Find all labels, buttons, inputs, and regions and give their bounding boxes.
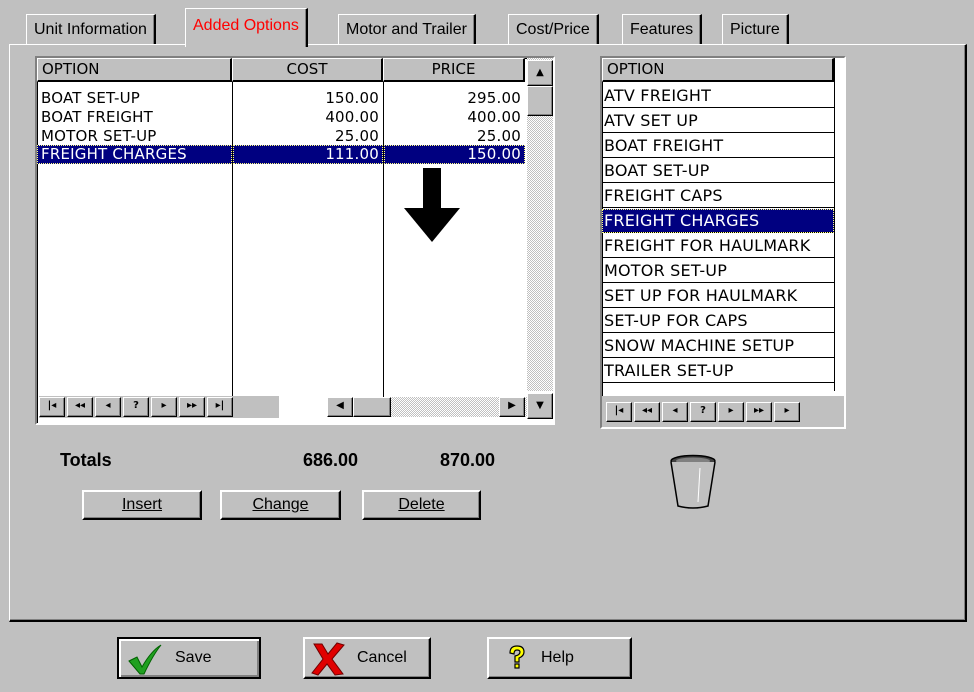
vertical-scroll-thumb[interactable] [527,86,553,116]
column-header-price[interactable]: PRICE [383,58,525,82]
tab-cost-price[interactable]: Cost/Price [508,14,599,45]
list-prev-button[interactable]: ◂ [662,402,688,422]
cancel-button-label: Cancel [357,649,407,666]
horizontal-scroll-thumb[interactable] [353,397,391,417]
available-options-list[interactable]: OPTION ATV FREIGHT ATV SET UP BOAT FREIGHT… [600,56,846,429]
list-search-button[interactable]: ? [690,402,716,422]
insert-button-label: Insert [121,496,162,513]
totals-price: 870.00 [440,450,496,470]
column-header-cost[interactable]: COST [232,58,383,82]
cancel-button[interactable]: Cancel [303,637,431,679]
added-options-grid[interactable]: OPTION COST PRICE BOAT SET-UP 150.00 295… [35,56,555,425]
delete-button[interactable]: Delete [362,490,481,520]
list-item[interactable]: TRAILER SET-UP [602,359,834,383]
cell-cost: 150.00 [325,89,379,107]
list-prev-page-button[interactable]: ◂◂ [634,402,660,422]
question-mark-icon [509,645,525,669]
cell-cost: 25.00 [335,127,379,145]
tab-motor-and-trailer[interactable]: Motor and Trailer [338,14,476,45]
list-item[interactable]: FREIGHT FOR HAULMARK [602,234,834,258]
change-button-label: Change [252,496,309,513]
prev-record-button[interactable]: ◂ [95,397,121,417]
cell-price: 295.00 [467,89,521,107]
next-record-button[interactable]: ▸ [151,397,177,417]
cell-price: 400.00 [467,108,521,126]
list-item[interactable]: BOAT FREIGHT [602,134,834,158]
cell-option: FREIGHT CHARGES [37,145,232,164]
cell-option: BOAT FREIGHT [41,108,154,126]
down-arrow-icon [404,168,460,242]
list-item[interactable]: BOAT SET-UP [602,159,834,183]
cell-price: 25.00 [477,127,521,145]
scroll-up-button[interactable]: ▲ [527,60,553,86]
tab-unit-information[interactable]: Unit Information [26,14,156,45]
totals-label: Totals [60,450,112,470]
list-last-button[interactable]: ▸ [774,402,800,422]
first-record-button[interactable]: |◂ [39,397,65,417]
help-button[interactable]: Help [487,637,632,679]
save-button[interactable]: Save [117,637,261,679]
checkmark-icon [128,644,162,675]
next-page-button[interactable]: ▸▸ [179,397,205,417]
cell-option: MOTOR SET-UP [41,127,157,145]
cell-cost: 400.00 [325,108,379,126]
trash-can-icon[interactable] [666,454,720,510]
list-item[interactable]: ATV FREIGHT [602,84,834,108]
list-item[interactable]: SET UP FOR HAULMARK [602,284,834,308]
totals-cost: 686.00 [303,450,359,470]
help-button-label: Help [541,649,574,666]
prev-page-button[interactable]: ◂◂ [67,397,93,417]
tab-added-options[interactable]: Added Options [185,8,308,47]
list-next-page-button[interactable]: ▸▸ [746,402,772,422]
search-record-button[interactable]: ? [123,397,149,417]
list-first-button[interactable]: |◂ [606,402,632,422]
list-header-option[interactable]: OPTION [602,58,834,82]
list-right-edge [834,58,844,391]
insert-button[interactable]: Insert [82,490,202,520]
cell-option: BOAT SET-UP [41,89,141,107]
red-x-icon [311,642,345,676]
list-next-button[interactable]: ▸ [718,402,744,422]
tab-features[interactable]: Features [622,14,703,45]
last-record-button[interactable]: ▸| [207,397,233,417]
list-item[interactable]: ATV SET UP [602,109,834,133]
cell-price: 150.00 [384,145,525,164]
change-button[interactable]: Change [220,490,341,520]
list-item[interactable]: MOTOR SET-UP [602,259,834,283]
cell-cost: 111.00 [233,145,383,164]
scroll-down-button[interactable]: ▼ [527,393,553,419]
scroll-right-button[interactable]: ▶ [499,397,525,417]
tab-picture[interactable]: Picture [722,14,789,45]
list-item[interactable]: FREIGHT CAPS [602,184,834,208]
list-item[interactable]: SNOW MACHINE SETUP [602,334,834,358]
column-header-option[interactable]: OPTION [37,58,232,82]
scroll-left-button[interactable]: ◀ [327,397,353,417]
list-item[interactable]: FREIGHT CHARGES [602,209,834,233]
save-button-label: Save [175,649,212,666]
delete-button-label: Delete [398,496,445,513]
list-item[interactable]: SET-UP FOR CAPS [602,309,834,333]
